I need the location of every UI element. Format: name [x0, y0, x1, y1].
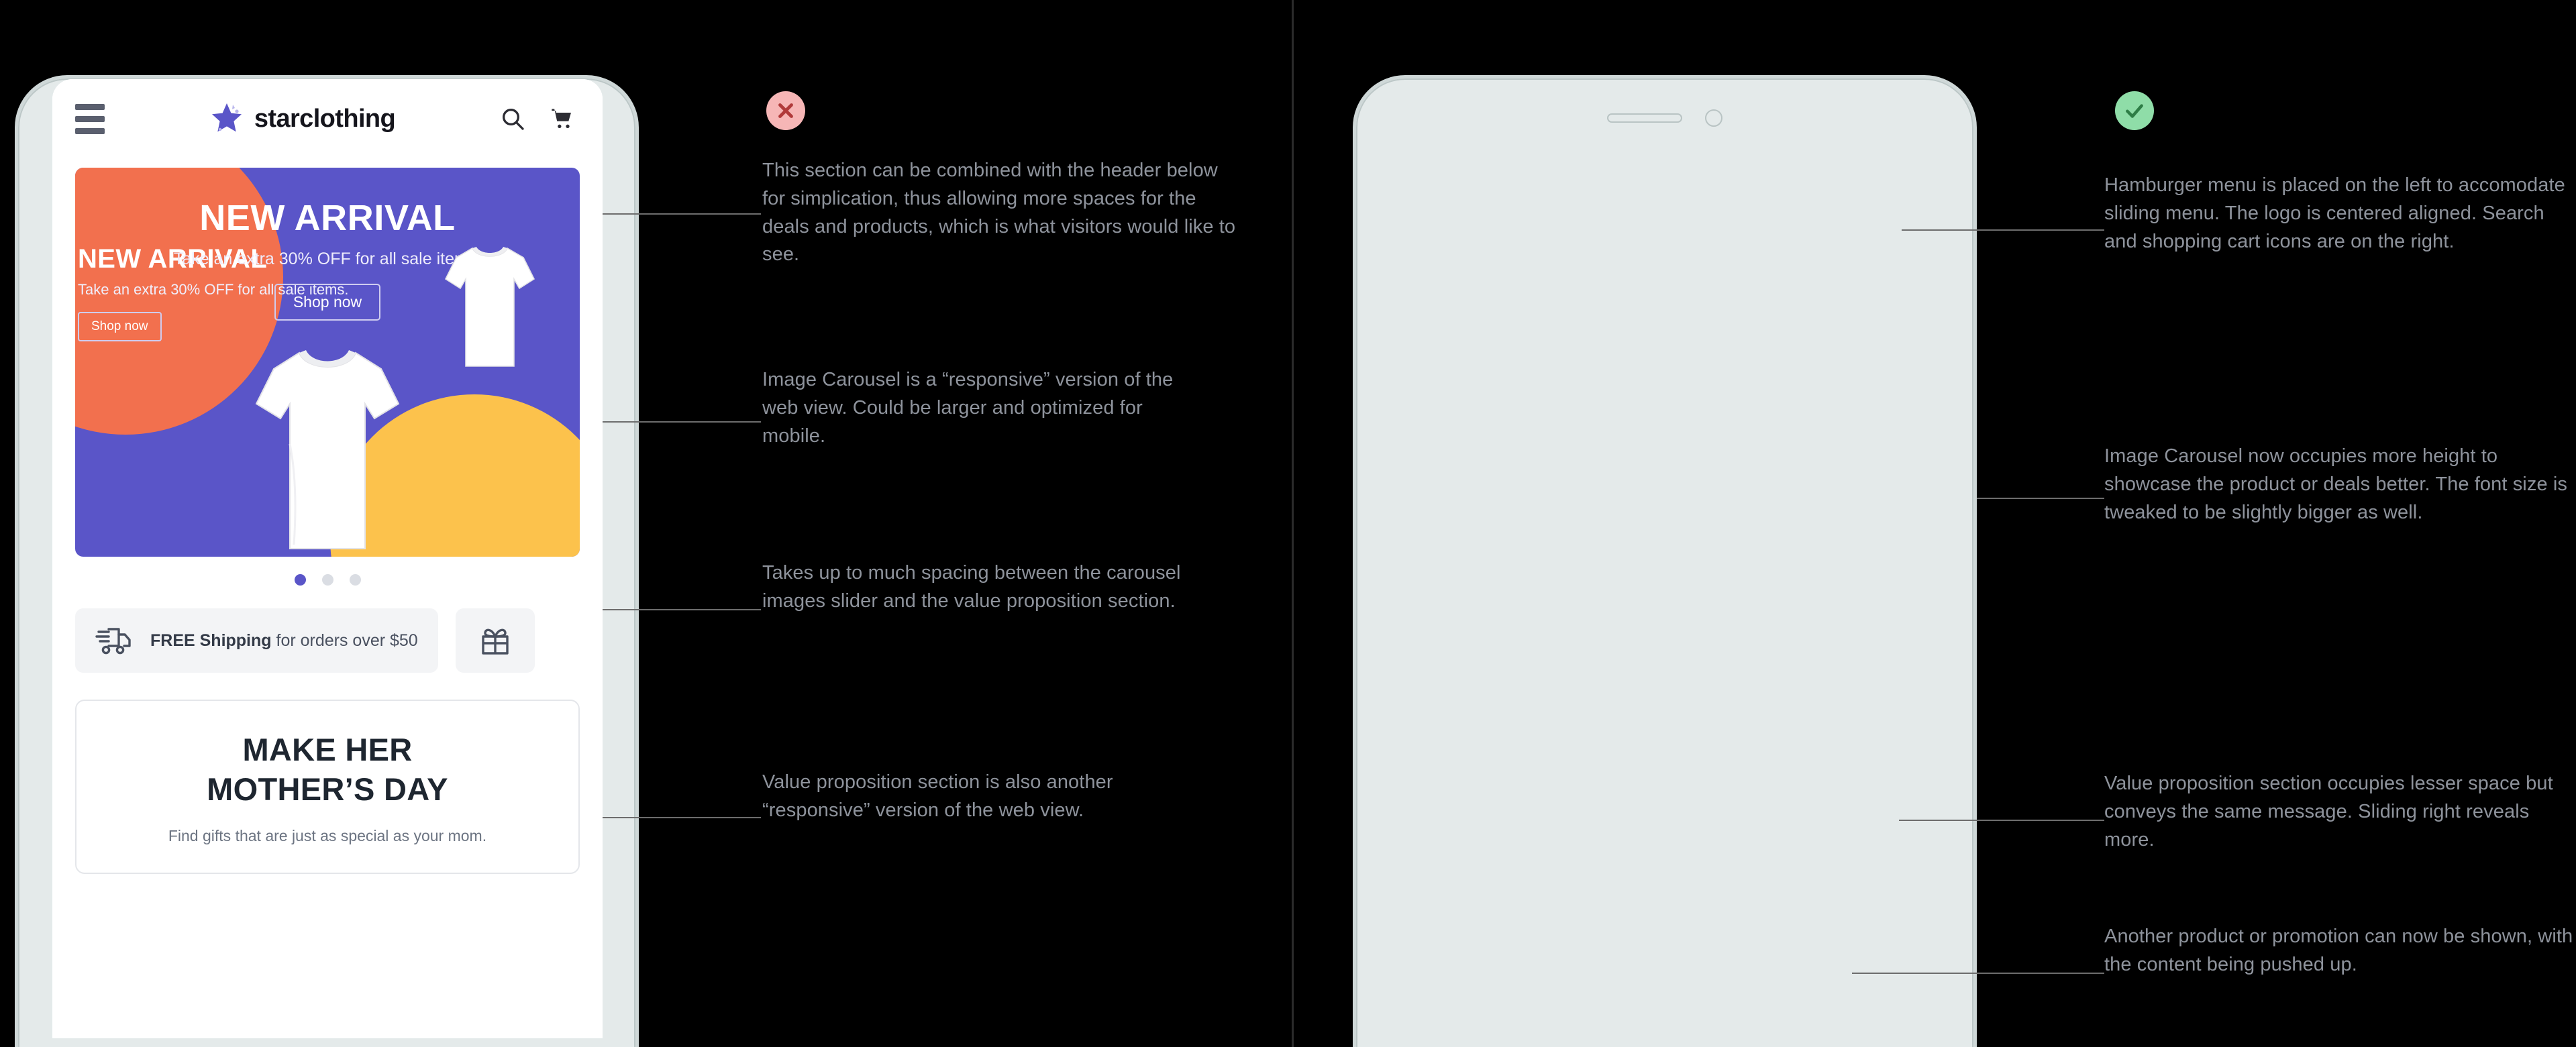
phone-speaker — [1607, 113, 1682, 123]
annotation-note-5: Hamburger menu is placed on the left to … — [2104, 174, 2565, 252]
gift-icon — [476, 624, 515, 657]
annotation-note-6: Image Carousel now occupies more height … — [2104, 445, 2567, 523]
carousel-dot-1[interactable] — [294, 574, 306, 586]
value-chip-gift[interactable] — [455, 608, 535, 673]
header-actions — [499, 105, 576, 132]
annotation-note-4: Value proposition section is also anothe… — [762, 771, 1113, 821]
screen-after: starclothing NEW ARRIVAL Take an extra 3… — [52, 79, 603, 1038]
carousel-dot-2[interactable] — [321, 574, 333, 586]
tshirt-product-image — [433, 241, 546, 373]
leader-line-8 — [1852, 973, 2104, 974]
phone-notch-bar — [1356, 78, 1973, 158]
star-logo-icon — [209, 101, 245, 137]
promo-title-line-2: MOTHER’S DAY — [207, 771, 448, 807]
phone-mockup-after — [1353, 75, 1977, 1047]
annotation-note-8: Another product or promotion can now be … — [2104, 926, 2573, 975]
status-badge-error — [766, 91, 805, 130]
annotation-note-3: Takes up to much spacing between the car… — [762, 562, 1181, 612]
phone-camera-icon — [1705, 109, 1722, 127]
delivery-truck-icon — [95, 624, 134, 657]
search-icon[interactable] — [499, 105, 526, 132]
leader-line-6 — [1977, 498, 2104, 499]
hero-title: NEW ARRIVAL — [199, 198, 456, 238]
promo-card[interactable]: MAKE HER MOTHER’S DAY Find gifts that ar… — [75, 700, 580, 874]
annotation-note-2: Image Carousel is a “responsive” version… — [762, 369, 1174, 447]
shopping-cart-icon[interactable] — [549, 105, 576, 132]
leader-line-7 — [1899, 820, 2104, 821]
value-chip-shipping[interactable]: FREE Shipping for orders over $50 — [75, 608, 438, 673]
annotation-note-7: Value proposition section occupies lesse… — [2104, 773, 2553, 850]
promo-title-line-1: MAKE HER — [242, 732, 413, 767]
brand-logo[interactable]: starclothing — [105, 101, 499, 137]
carousel-dots[interactable] — [52, 557, 603, 586]
mobile-header: starclothing — [52, 79, 603, 158]
panel-divider — [1292, 0, 1294, 1047]
brand-name: starclothing — [254, 104, 396, 133]
promo-subtitle: Find gifts that are just as special as y… — [168, 826, 487, 844]
comparison-canvas: Login Register starclothing — [0, 0, 2576, 1047]
value-chip-shipping-label: FREE Shipping for orders over $50 — [150, 631, 418, 651]
value-proposition-carousel[interactable]: FREE Shipping for orders over $50 — [52, 586, 603, 673]
chip-rest-text: for orders over $50 — [271, 630, 418, 650]
annotation-note-1: This section can be combined with the he… — [762, 160, 1236, 266]
chip-strong-text: FREE Shipping — [150, 630, 272, 650]
shop-now-button[interactable]: Shop now — [274, 284, 381, 321]
tshirt-product-image — [238, 343, 417, 557]
status-badge-success — [2115, 91, 2154, 130]
leader-line-5 — [1902, 229, 2104, 231]
carousel-dot-3[interactable] — [349, 574, 361, 586]
hamburger-icon[interactable] — [75, 103, 105, 134]
